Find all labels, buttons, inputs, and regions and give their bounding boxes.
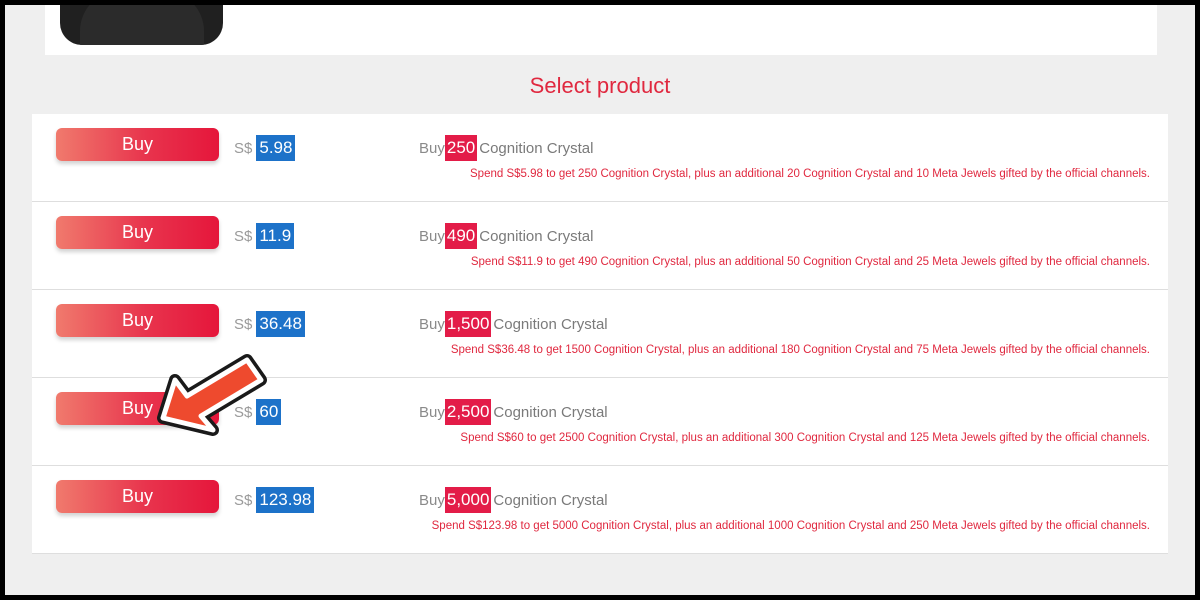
price: S$ 11.9 <box>234 222 295 250</box>
product-list: Buy S$ 5.98 Buy 250 Cognition Crystal Sp… <box>32 114 1168 554</box>
product-description: Buy 490 Cognition Crystal <box>419 222 593 250</box>
item-name: Cognition Crystal <box>493 403 608 421</box>
bonus-note: Spend S$36.48 to get 1500 Cognition Crys… <box>450 344 1150 356</box>
avatar <box>60 5 223 45</box>
currency-label: S$ <box>234 491 253 509</box>
product-row: Buy S$ 5.98 Buy 250 Cognition Crystal Sp… <box>32 114 1168 202</box>
product-description: Buy 250 Cognition Crystal <box>419 134 593 162</box>
item-name: Cognition Crystal <box>493 491 608 509</box>
price: S$ 60 <box>234 398 282 426</box>
bonus-note: Spend S$11.9 to get 490 Cognition Crysta… <box>470 256 1150 268</box>
price: S$ 5.98 <box>234 134 296 162</box>
price-value: 60 <box>256 399 282 425</box>
product-header-card <box>45 5 1157 55</box>
price-value: 5.98 <box>256 135 296 161</box>
currency-label: S$ <box>234 315 253 333</box>
buy-word: Buy <box>419 139 445 157</box>
product-row: Buy S$ 36.48 Buy 1,500 Cognition Crystal… <box>32 290 1168 378</box>
bonus-note: Spend S$123.98 to get 5000 Cognition Cry… <box>431 520 1150 532</box>
item-name: Cognition Crystal <box>479 227 594 245</box>
crystal-amount: 5,000 <box>444 487 492 513</box>
currency-label: S$ <box>234 227 253 245</box>
item-name: Cognition Crystal <box>479 139 594 157</box>
currency-label: S$ <box>234 403 253 421</box>
buy-word: Buy <box>419 491 445 509</box>
price-value: 123.98 <box>256 487 315 513</box>
buy-button[interactable]: Buy <box>56 304 219 337</box>
buy-word: Buy <box>419 403 445 421</box>
product-row: Buy S$ 11.9 Buy 490 Cognition Crystal Sp… <box>32 202 1168 290</box>
section-title: Select product <box>529 73 671 98</box>
buy-button[interactable]: Buy <box>56 128 219 161</box>
buy-button[interactable]: Buy <box>56 480 219 513</box>
buy-button[interactable]: Buy <box>56 392 219 425</box>
product-description: Buy 5,000 Cognition Crystal <box>419 486 608 514</box>
bonus-note: Spend S$60 to get 2500 Cognition Crystal… <box>460 432 1150 444</box>
buy-button[interactable]: Buy <box>56 216 219 249</box>
price-value: 11.9 <box>256 223 295 249</box>
item-name: Cognition Crystal <box>493 315 608 333</box>
price: S$ 123.98 <box>234 486 315 514</box>
price-value: 36.48 <box>256 311 305 337</box>
product-row: Buy S$ 123.98 Buy 5,000 Cognition Crysta… <box>32 466 1168 554</box>
crystal-amount: 1,500 <box>444 311 492 337</box>
crystal-amount: 250 <box>444 135 478 161</box>
product-description: Buy 2,500 Cognition Crystal <box>419 398 608 426</box>
bonus-note: Spend S$5.98 to get 250 Cognition Crysta… <box>470 168 1150 180</box>
product-row: Buy S$ 60 Buy 2,500 Cognition Crystal Sp… <box>32 378 1168 466</box>
crystal-amount: 490 <box>444 223 478 249</box>
buy-word: Buy <box>419 315 445 333</box>
crystal-amount: 2,500 <box>444 399 492 425</box>
currency-label: S$ <box>234 139 253 157</box>
buy-word: Buy <box>419 227 445 245</box>
product-description: Buy 1,500 Cognition Crystal <box>419 310 608 338</box>
price: S$ 36.48 <box>234 310 305 338</box>
page-frame: Select product Buy S$ 5.98 Buy 250 Cogni… <box>5 5 1195 595</box>
